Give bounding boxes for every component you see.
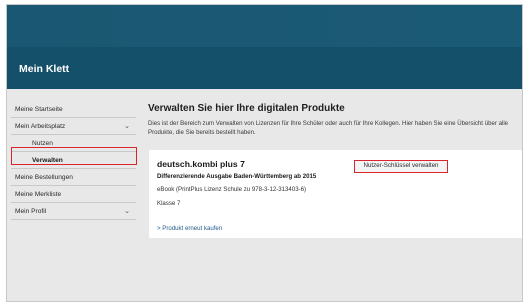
sidebar-item-mein-profil[interactable]: Mein Profil ⌄: [11, 203, 136, 220]
main-content: Verwalten Sie hier Ihre digitalen Produk…: [148, 103, 518, 137]
page-frame: Mein Klett Meine Startseite Mein Arbeits…: [0, 0, 529, 302]
sidebar-item-label: Meine Bestellungen: [15, 174, 73, 181]
sidebar-item-label: Meine Startseite: [15, 106, 63, 113]
sidebar-item-label: Meine Merkliste: [15, 191, 62, 198]
sidebar-item-meine-merkliste[interactable]: Meine Merkliste: [11, 186, 136, 203]
product-klasse: Klasse 7: [157, 200, 181, 207]
product-subtitle: Differenzierende Ausgabe Baden-Württembe…: [157, 173, 317, 180]
browser-viewport: Mein Klett Meine Startseite Mein Arbeits…: [6, 4, 523, 302]
sidebar-item-meine-bestellungen[interactable]: Meine Bestellungen: [11, 169, 136, 186]
sidebar-item-label: Mein Profil: [15, 208, 47, 215]
site-header: Mein Klett: [7, 5, 522, 89]
intro-text: Dies ist der Bereich zum Verwalten von L…: [148, 120, 509, 136]
header-title: Mein Klett: [19, 63, 70, 75]
header-band: [7, 5, 522, 47]
product-title: deutsch.kombi plus 7: [157, 159, 245, 169]
chevron-down-icon[interactable]: ⌄: [124, 118, 130, 135]
sidebar-item-label: Mein Arbeitsplatz: [15, 123, 66, 130]
product-card: deutsch.kombi plus 7 Differenzierende Au…: [149, 150, 522, 238]
sidebar-item-meine-startseite[interactable]: Meine Startseite: [11, 101, 136, 118]
manage-user-keys-button[interactable]: Nutzer-Schlüssel verwalten: [354, 160, 448, 173]
active-item-highlight: [11, 147, 137, 165]
sidebar-item-label: Nutzen: [32, 140, 53, 147]
rebuy-product-link[interactable]: > Produkt erneut kaufen: [157, 225, 222, 232]
page-title: Verwalten Sie hier Ihre digitalen Produk…: [148, 103, 345, 114]
chevron-down-icon[interactable]: ⌄: [124, 203, 130, 220]
product-ebook-info: eBook (PrintPlus Lizenz Schule zu 978-3-…: [157, 186, 307, 193]
sidebar-item-mein-arbeitsplatz[interactable]: Mein Arbeitsplatz ⌄: [11, 118, 136, 135]
